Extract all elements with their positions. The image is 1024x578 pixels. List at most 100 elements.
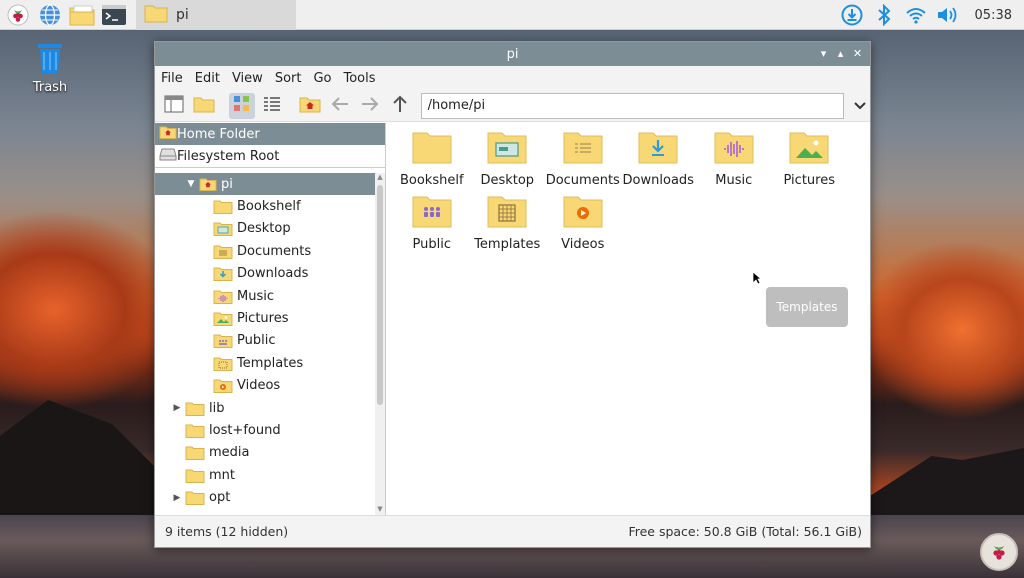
tree-item-lib[interactable]: ▶ lib bbox=[155, 397, 376, 419]
expander-open-icon[interactable]: ▼ bbox=[185, 179, 197, 189]
file-item-pictures[interactable]: Pictures bbox=[772, 129, 848, 188]
icon-view-button[interactable] bbox=[228, 92, 255, 119]
scroll-down-icon[interactable]: ▼ bbox=[375, 505, 385, 515]
updates-icon[interactable] bbox=[839, 2, 865, 28]
tree-item-pictures[interactable]: Pictures bbox=[155, 307, 376, 329]
menu-view[interactable]: View bbox=[232, 71, 263, 86]
tree-item-opt[interactable]: ▶ opt bbox=[155, 486, 376, 508]
downloads-folder-icon bbox=[637, 129, 679, 169]
path-input[interactable]: /home/pi bbox=[420, 92, 844, 119]
wifi-icon[interactable] bbox=[903, 2, 929, 28]
tree-item-lost-found[interactable]: lost+found bbox=[155, 419, 376, 441]
file-item-videos[interactable]: Videos bbox=[545, 193, 621, 252]
file-item-public[interactable]: Public bbox=[394, 193, 470, 252]
maximize-icon[interactable]: ▴ bbox=[832, 45, 849, 62]
tree-label: Downloads bbox=[237, 266, 309, 282]
file-item-label: Bookshelf bbox=[399, 173, 464, 188]
window-titlebar[interactable]: pi ▾ ▴ ✕ bbox=[155, 42, 870, 66]
tree-item-music[interactable]: Music bbox=[155, 285, 376, 307]
tree-item-templates[interactable]: Templates bbox=[155, 352, 376, 374]
menubar: File Edit View Sort Go Tools bbox=[155, 66, 870, 90]
terminal-icon[interactable] bbox=[100, 1, 128, 29]
tree-item-bookshelf[interactable]: Bookshelf bbox=[155, 195, 376, 217]
expander-closed-icon[interactable]: ▶ bbox=[171, 403, 183, 413]
tree-item-media[interactable]: media bbox=[155, 442, 376, 464]
videos-folder-icon bbox=[562, 193, 604, 233]
back-arrow-icon bbox=[330, 96, 350, 116]
downloads-folder-icon bbox=[213, 266, 233, 282]
tree-item-downloads[interactable]: Downloads bbox=[155, 263, 376, 285]
trash-label: Trash bbox=[32, 80, 68, 95]
new-window-button[interactable] bbox=[161, 93, 187, 119]
places-list: Home Folder Filesystem Root bbox=[155, 123, 385, 168]
clock[interactable]: 05:38 bbox=[975, 8, 1012, 23]
trash-desktop-icon[interactable]: Trash bbox=[20, 40, 80, 95]
place-filesystem-root[interactable]: Filesystem Root bbox=[155, 145, 385, 167]
tree-item-desktop[interactable]: Desktop bbox=[155, 218, 376, 240]
home-button[interactable] bbox=[297, 93, 323, 119]
tree-item-documents[interactable]: Documents bbox=[155, 240, 376, 262]
chevron-down-icon[interactable] bbox=[850, 101, 870, 110]
sidebar-scrollbar[interactable]: ▲ ▼ bbox=[375, 173, 385, 515]
minimize-icon[interactable]: ▾ bbox=[815, 45, 832, 62]
tree-item-mnt[interactable]: mnt bbox=[155, 464, 376, 486]
file-manager-icon[interactable] bbox=[68, 1, 96, 29]
taskbar-window-label: pi bbox=[176, 6, 189, 23]
directory-tree: ▼ pi Bookshelf Desktop Documents Downloa… bbox=[155, 173, 376, 515]
file-item-label: Downloads bbox=[622, 173, 694, 188]
menu-tools[interactable]: Tools bbox=[344, 71, 376, 86]
tree-label: Videos bbox=[237, 378, 281, 394]
tree-label: Desktop bbox=[237, 221, 291, 237]
scrollbar-thumb[interactable] bbox=[377, 185, 383, 405]
wallpaper-cloud bbox=[860, 240, 1024, 420]
taskbar: pi 05:38 bbox=[0, 0, 1024, 30]
window-controls: ▾ ▴ ✕ bbox=[815, 45, 866, 62]
scroll-up-icon[interactable]: ▲ bbox=[375, 173, 385, 183]
tree-item-pi[interactable]: ▼ pi bbox=[155, 173, 376, 196]
list-view-button[interactable] bbox=[259, 93, 285, 119]
home-folder-icon bbox=[199, 177, 217, 192]
new-window-icon bbox=[164, 95, 184, 117]
file-item-desktop[interactable]: Desktop bbox=[470, 129, 546, 188]
taskbar-window-pi[interactable]: pi bbox=[136, 0, 296, 30]
place-label: Filesystem Root bbox=[177, 148, 280, 164]
close-icon[interactable]: ✕ bbox=[849, 45, 866, 62]
raspberry-menu-icon[interactable] bbox=[4, 1, 32, 29]
trash-icon bbox=[32, 44, 68, 80]
file-item-downloads[interactable]: Downloads bbox=[621, 129, 697, 188]
folder-icon bbox=[185, 468, 205, 483]
templates-folder-icon bbox=[213, 356, 233, 371]
file-item-music[interactable]: Music bbox=[696, 129, 772, 188]
menu-sort[interactable]: Sort bbox=[275, 71, 302, 86]
menu-go[interactable]: Go bbox=[313, 71, 331, 86]
place-home-folder[interactable]: Home Folder bbox=[155, 123, 385, 145]
home-icon bbox=[159, 125, 177, 143]
toolbar: /home/pi bbox=[155, 90, 870, 122]
tree-item-videos[interactable]: Videos bbox=[155, 375, 376, 397]
file-item-bookshelf[interactable]: Bookshelf bbox=[394, 129, 470, 188]
up-button[interactable] bbox=[387, 93, 413, 119]
folder-icon bbox=[185, 490, 205, 506]
tree-label: opt bbox=[209, 490, 231, 506]
file-item-templates[interactable]: Templates bbox=[470, 193, 546, 252]
tree-item-public[interactable]: Public bbox=[155, 330, 376, 352]
expander-closed-icon[interactable]: ▶ bbox=[171, 493, 183, 503]
videos-folder-icon bbox=[213, 378, 233, 394]
tree-label: Documents bbox=[237, 243, 312, 259]
file-item-documents[interactable]: Documents bbox=[545, 129, 621, 188]
menu-edit[interactable]: Edit bbox=[195, 71, 220, 86]
bluetooth-icon[interactable] bbox=[871, 2, 897, 28]
file-item-label: Templates bbox=[474, 237, 541, 252]
web-browser-icon[interactable] bbox=[36, 1, 64, 29]
tree-label: Public bbox=[237, 333, 276, 349]
new-folder-button[interactable] bbox=[191, 93, 217, 119]
status-free-space: Free space: 50.8 GiB (Total: 56.1 GiB) bbox=[628, 524, 862, 539]
statusbar: 9 items (12 hidden) Free space: 50.8 GiB… bbox=[155, 515, 870, 547]
raspberry-logo-icon bbox=[980, 533, 1018, 571]
menu-file[interactable]: File bbox=[161, 71, 183, 86]
volume-icon[interactable] bbox=[935, 2, 961, 28]
back-button[interactable] bbox=[327, 93, 353, 119]
tree-label: Music bbox=[237, 288, 274, 304]
folder-icon bbox=[213, 199, 233, 215]
forward-button[interactable] bbox=[357, 93, 383, 119]
